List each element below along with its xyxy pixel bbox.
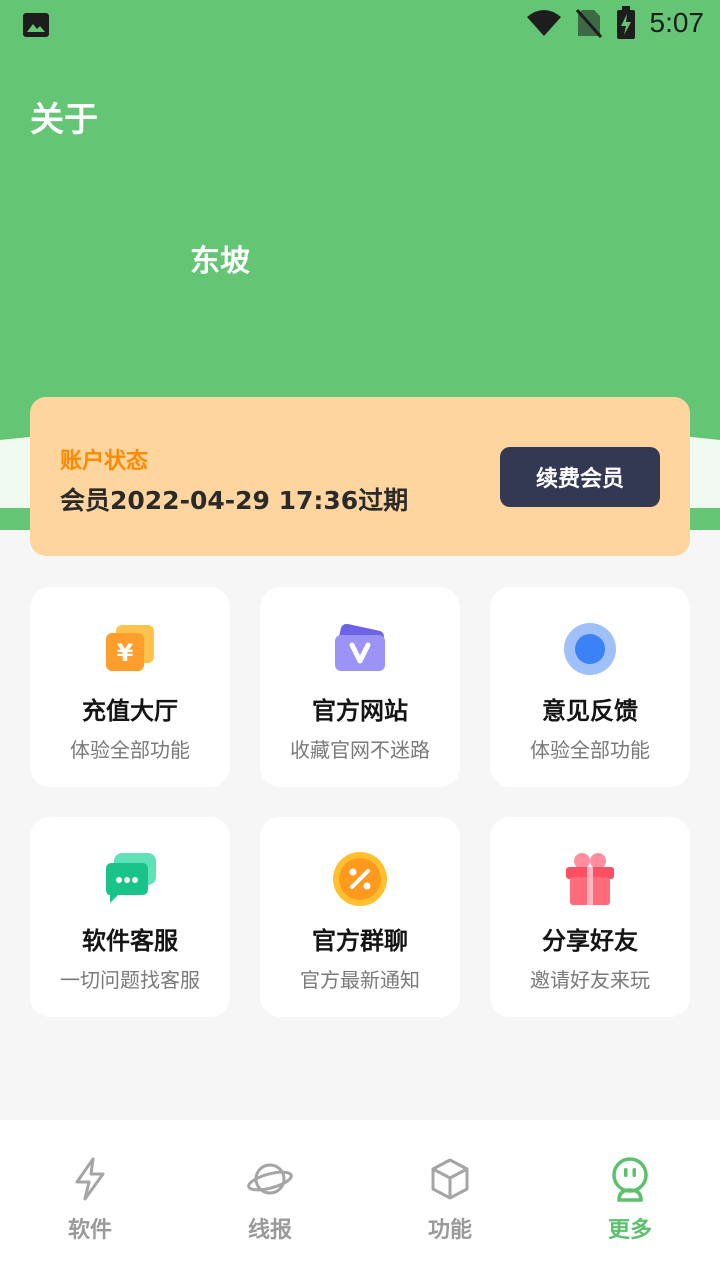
account-status-label: 账户状态 bbox=[60, 449, 149, 474]
lightning-icon bbox=[75, 1157, 105, 1201]
tile-title: 软件客服 bbox=[82, 927, 178, 955]
tile-subtitle: 收藏官网不迷路 bbox=[290, 738, 430, 762]
official-group-tile[interactable]: 官方群聊 官方最新通知 bbox=[260, 817, 460, 1017]
nav-item-functions[interactable]: 功能 bbox=[360, 1156, 540, 1244]
membership-expiry-text: 会员2022-04-29 17:36过期 bbox=[60, 486, 409, 515]
account-status-card: 账户状态 会员2022-04-29 17:36过期 续费会员 bbox=[30, 397, 690, 556]
nav-label: 功能 bbox=[427, 1218, 472, 1243]
tile-title: 分享好友 bbox=[542, 927, 638, 955]
v-card-icon bbox=[335, 623, 385, 671]
nav-item-more[interactable]: 更多 bbox=[540, 1156, 720, 1244]
nav-item-deals[interactable]: 线报 bbox=[180, 1156, 360, 1244]
official-website-tile[interactable]: 官方网站 收藏官网不迷路 bbox=[260, 587, 460, 787]
recharge-hall-tile[interactable]: ¥ 充值大厅 体验全部功能 bbox=[30, 587, 230, 787]
wifi-icon bbox=[526, 10, 561, 36]
tile-subtitle: 官方最新通知 bbox=[300, 968, 420, 992]
tile-title: 意见反馈 bbox=[542, 697, 638, 725]
tile-subtitle: 邀请好友来玩 bbox=[530, 968, 650, 992]
tile-subtitle: 一切问题找客服 bbox=[60, 968, 200, 992]
yuan-coupon-icon: ¥ bbox=[106, 625, 154, 671]
nav-label: 软件 bbox=[67, 1218, 112, 1243]
no-sim-icon bbox=[575, 9, 602, 38]
svg-text:¥: ¥ bbox=[117, 639, 134, 667]
bottom-navigation: 软件 线报 功能 更多 bbox=[0, 1120, 720, 1280]
customer-service-tile[interactable]: 软件客服 一切问题找客服 bbox=[30, 817, 230, 1017]
tile-subtitle: 体验全部功能 bbox=[70, 738, 190, 762]
user-name: 东坡 bbox=[190, 244, 250, 279]
planet-icon bbox=[247, 1163, 293, 1195]
circle-dot-icon bbox=[564, 623, 616, 675]
robot-face-icon bbox=[612, 1157, 648, 1202]
battery-charging-icon bbox=[616, 6, 635, 39]
image-notification-icon bbox=[23, 13, 49, 37]
status-bar: 5:07 bbox=[0, 0, 720, 50]
percent-coin-icon bbox=[333, 852, 387, 906]
tile-title: 官方群聊 bbox=[312, 927, 408, 955]
feedback-tile[interactable]: 意见反馈 体验全部功能 bbox=[490, 587, 690, 787]
cube-icon bbox=[431, 1158, 469, 1200]
gift-icon bbox=[566, 853, 614, 905]
nav-label: 更多 bbox=[607, 1218, 652, 1243]
status-time: 5:07 bbox=[649, 7, 705, 38]
tile-title: 充值大厅 bbox=[82, 697, 178, 725]
nav-label: 线报 bbox=[247, 1218, 292, 1243]
tile-title: 官方网站 bbox=[312, 697, 408, 725]
chat-bubble-icon bbox=[106, 853, 156, 903]
nav-item-software[interactable]: 软件 bbox=[0, 1156, 180, 1244]
tile-subtitle: 体验全部功能 bbox=[530, 738, 650, 762]
renew-membership-button[interactable]: 续费会员 bbox=[500, 447, 660, 507]
page-title: 关于 bbox=[30, 100, 98, 140]
share-friends-tile[interactable]: 分享好友 邀请好友来玩 bbox=[490, 817, 690, 1017]
